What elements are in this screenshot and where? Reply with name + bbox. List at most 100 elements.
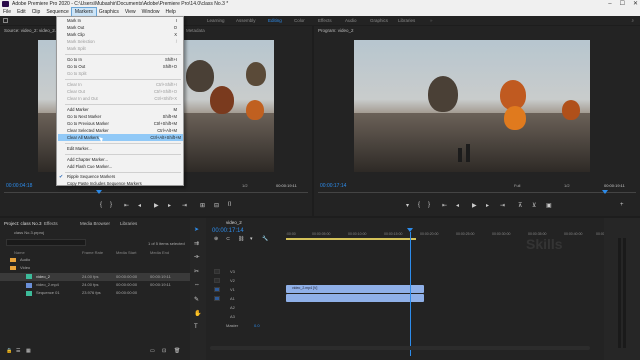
menu-item-clear-in-and-out[interactable]: Clear In and Out Ctrl+Shift+X xyxy=(67,95,179,102)
step-forward-icon[interactable]: ▸ xyxy=(168,202,171,209)
new-item-icon[interactable]: ⊡ xyxy=(162,348,166,354)
camera-icon[interactable]: ▣ xyxy=(546,202,552,209)
menu-item-mark-split[interactable]: Mark Split xyxy=(67,45,179,52)
close-icon[interactable]: ✕ xyxy=(633,0,638,8)
menu-item-mark-out[interactable]: Mark Out O xyxy=(67,24,179,31)
program-timecode[interactable]: 00:00:17:14 xyxy=(320,183,346,189)
menu-sequence[interactable]: Sequence xyxy=(43,8,72,16)
menu-view[interactable]: View xyxy=(122,8,139,16)
selection-tool-icon[interactable]: ➤ xyxy=(194,226,199,233)
menu-item-go-to-split[interactable]: Go to Split xyxy=(67,70,179,77)
project-search-input[interactable] xyxy=(6,239,86,246)
metadata-tab[interactable]: Metadata xyxy=(186,27,205,34)
trash-icon[interactable]: 🗑 xyxy=(174,348,180,354)
menu-item-mark-in[interactable]: Mark In I xyxy=(67,17,179,24)
step-back-icon[interactable]: ◂ xyxy=(456,202,459,209)
workspace-audio[interactable]: Audio xyxy=(345,16,357,25)
timeline-scrollbar[interactable] xyxy=(210,346,590,350)
menu-item-copy-paste-includes-sequence-markers[interactable]: Copy Paste Includes Sequence Markers xyxy=(67,180,179,187)
home-icon[interactable] xyxy=(3,18,8,23)
menu-help[interactable]: Help xyxy=(162,8,178,16)
menu-clip[interactable]: Clip xyxy=(29,8,44,16)
step-forward-icon[interactable]: ▸ xyxy=(486,202,489,209)
mark-in-icon[interactable]: { xyxy=(418,202,420,208)
workspace-effects[interactable]: Effects xyxy=(318,16,332,25)
menu-item-go-to-previous-marker[interactable]: Go to Previous Marker Ctrl+Shift+M xyxy=(67,120,179,127)
pen-tool-icon[interactable]: ✎ xyxy=(194,296,199,303)
add-button-icon[interactable]: + xyxy=(620,202,624,208)
icon-view-icon[interactable]: ▦ xyxy=(26,348,31,354)
marker-icon[interactable]: ▾ xyxy=(406,202,409,209)
play-icon[interactable]: ▶ xyxy=(154,202,159,209)
column-name[interactable]: Name xyxy=(14,250,25,255)
snap-icon[interactable]: ⊂ xyxy=(226,236,230,242)
source-timecode[interactable]: 00:00:04:18 xyxy=(6,183,32,189)
maximize-icon[interactable]: ☐ xyxy=(620,0,625,8)
list-view-icon[interactable]: ☰ xyxy=(16,348,20,354)
column-frame-rate[interactable]: Frame Rate xyxy=(82,250,103,255)
slip-tool-icon[interactable]: ⇔ xyxy=(194,282,200,288)
menu-item-add-flash-cue-marker[interactable]: Add Flash Cue Marker... xyxy=(67,163,179,170)
menu-item-go-to-in[interactable]: Go to In Shift+I xyxy=(67,56,179,63)
playhead-handle[interactable] xyxy=(407,228,413,232)
source-playhead[interactable] xyxy=(96,190,102,194)
export-frame-icon[interactable]: ⌷ xyxy=(228,202,232,209)
minimize-icon[interactable]: – xyxy=(608,0,611,8)
hand-tool-icon[interactable]: ✋ xyxy=(194,310,201,317)
column-media-end[interactable]: Media End xyxy=(150,250,169,255)
audio-clip[interactable] xyxy=(286,294,424,302)
razor-tool-icon[interactable]: ✂ xyxy=(194,268,199,275)
ripple-edit-tool-icon[interactable]: ⟛ xyxy=(194,254,199,261)
project-tab[interactable]: Project: class No.3 xyxy=(4,220,42,227)
column-media-start[interactable]: Media Start xyxy=(116,250,136,255)
menu-item-go-to-out[interactable]: Go to Out Shift+O xyxy=(67,63,179,70)
timeline-tab[interactable]: video_2 xyxy=(226,219,242,226)
menu-file[interactable]: File xyxy=(0,8,14,16)
track-select-tool-icon[interactable]: ⇉ xyxy=(194,240,199,247)
type-tool-icon[interactable]: T xyxy=(194,324,198,330)
mark-out-icon[interactable]: } xyxy=(428,202,430,208)
media-browser-tab[interactable]: Media Browser xyxy=(80,220,110,227)
work-area-bar[interactable] xyxy=(286,238,416,240)
play-icon[interactable]: ▶ xyxy=(472,202,477,209)
workspace-editing[interactable]: Editing xyxy=(268,16,282,25)
menu-item-clear-out[interactable]: Clear Out Ctrl+Shift+O xyxy=(67,88,179,95)
overwrite-icon[interactable]: ⊟ xyxy=(214,202,219,209)
source-fraction[interactable]: 1/2 xyxy=(242,183,248,188)
go-to-in-icon[interactable]: ⇤ xyxy=(442,202,447,209)
program-fit[interactable]: Full xyxy=(514,183,520,188)
timeline-playhead[interactable] xyxy=(410,232,411,356)
workspace-libraries[interactable]: Libraries xyxy=(398,16,415,25)
master-volume-value[interactable]: 0.0 xyxy=(254,323,260,328)
menu-item-add-chapter-marker[interactable]: Add Chapter Marker... xyxy=(67,156,179,163)
menu-window[interactable]: Window xyxy=(139,8,163,16)
mark-out-icon[interactable]: } xyxy=(110,202,112,208)
workspace-color[interactable]: Color xyxy=(294,16,305,25)
menu-item-add-marker[interactable]: Add Marker M xyxy=(67,106,179,113)
search-icon[interactable]: ⌕ xyxy=(631,16,634,25)
new-bin-icon[interactable]: ▭ xyxy=(150,348,155,354)
linked-selection-icon[interactable]: ⛓ xyxy=(238,236,244,242)
menu-edit[interactable]: Edit xyxy=(14,8,29,16)
step-back-icon[interactable]: ◂ xyxy=(138,202,141,209)
menu-item-clear-selected-marker[interactable]: Clear Selected Marker Ctrl+Alt+M xyxy=(67,127,179,134)
mark-in-icon[interactable]: { xyxy=(100,202,102,208)
program-fraction[interactable]: 1/2 xyxy=(564,183,570,188)
add-marker-icon[interactable]: ▾ xyxy=(250,236,253,242)
program-monitor-tab[interactable]: Program: video_2 xyxy=(318,27,354,34)
go-to-in-icon[interactable]: ⇤ xyxy=(124,202,129,209)
menu-item-mark-selection[interactable]: Mark Selection / xyxy=(67,38,179,45)
lift-icon[interactable]: ⊼ xyxy=(518,202,522,209)
menu-markers[interactable]: Markers xyxy=(70,7,97,17)
program-playhead[interactable] xyxy=(602,190,608,194)
effects-tab[interactable]: Effects xyxy=(44,220,58,227)
menu-graphics[interactable]: Graphics xyxy=(96,8,122,16)
workspace-learning[interactable]: Learning xyxy=(207,16,225,25)
menu-item-clear-in[interactable]: Clear In Ctrl+Shift+I xyxy=(67,81,179,88)
menu-item-edit-marker[interactable]: Edit Marker... xyxy=(67,145,179,152)
menu-item-clear-all-markers[interactable]: Clear All Markers Ctrl+Alt+Shift+M xyxy=(58,134,183,141)
go-to-out-icon[interactable]: ⇥ xyxy=(182,202,187,209)
extract-icon[interactable]: ⊻ xyxy=(532,202,536,209)
nest-icon[interactable]: ⊕ xyxy=(214,236,218,242)
lock-icon[interactable]: 🔒 xyxy=(6,348,12,354)
